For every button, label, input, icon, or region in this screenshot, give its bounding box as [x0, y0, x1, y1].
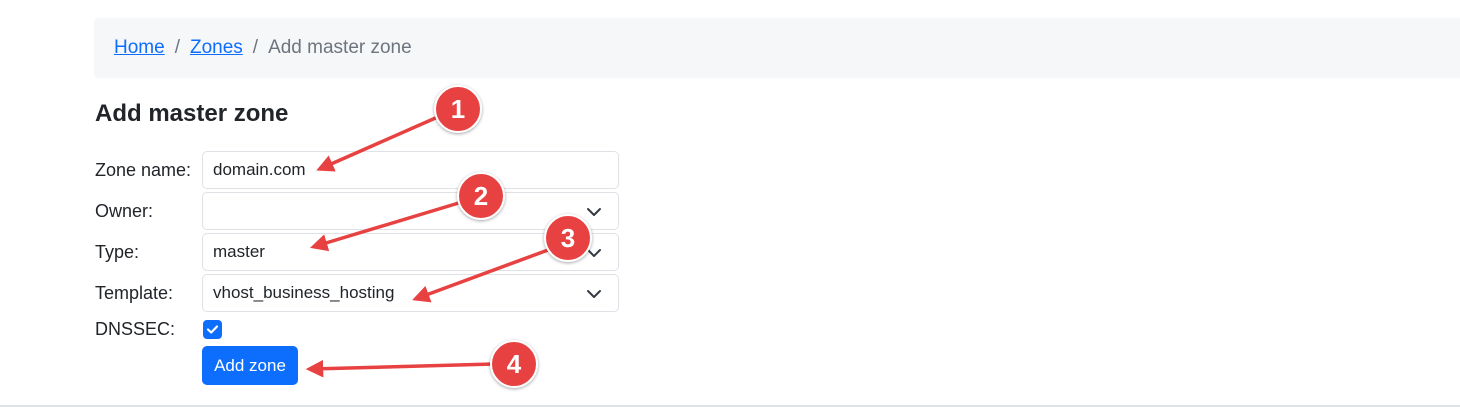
annotation-callout-4: 4 [490, 340, 538, 388]
annotation-arrow-3 [412, 248, 549, 303]
annotation-arrow-1 [316, 114, 441, 172]
annotation-callout-3: 3 [544, 214, 592, 262]
annotation-callout-2: 2 [457, 172, 505, 220]
annotation-callout-1: 1 [434, 85, 482, 133]
annotation-arrow-4 [305, 359, 495, 378]
annotation-arrows [305, 114, 549, 378]
annotation-arrow-2 [309, 200, 463, 252]
